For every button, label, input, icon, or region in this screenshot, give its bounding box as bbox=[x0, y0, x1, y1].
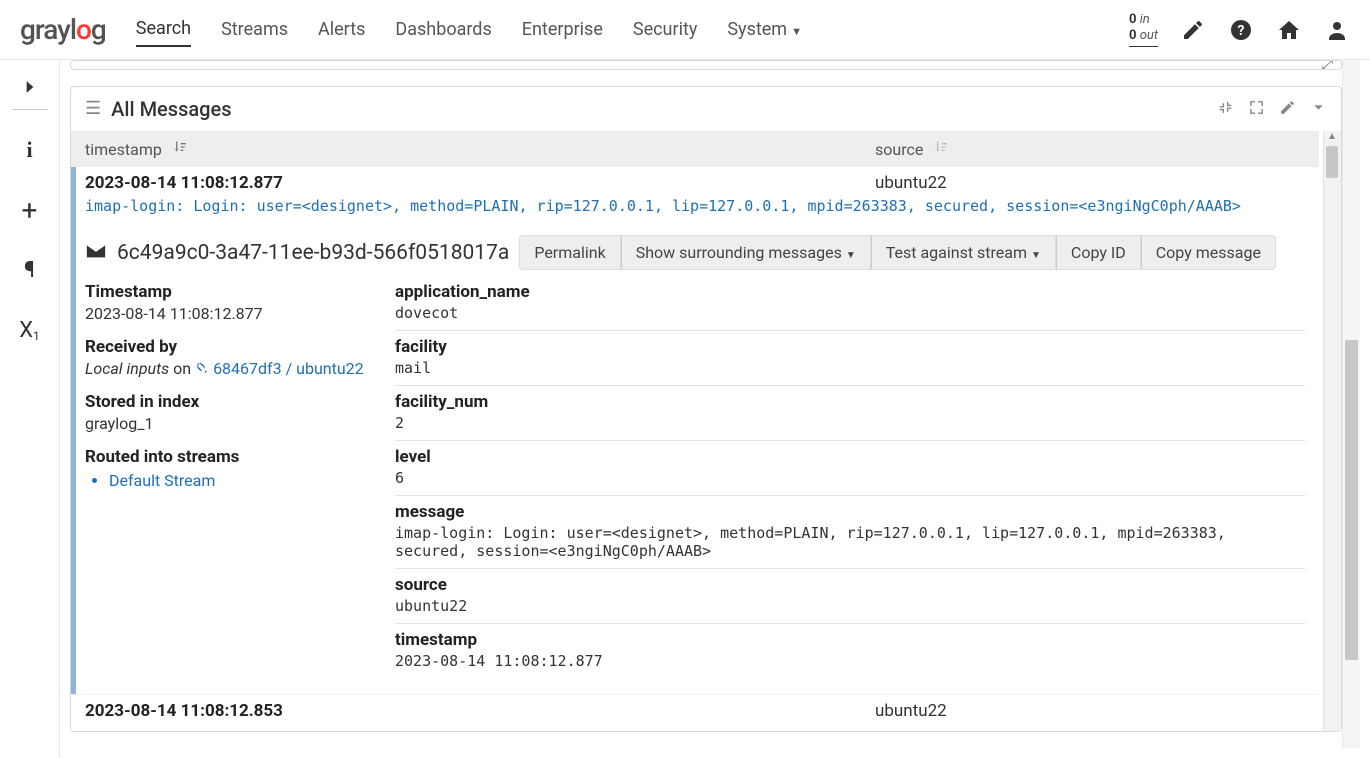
field-name[interactable]: level bbox=[395, 447, 1305, 467]
field-row: facility mail bbox=[395, 331, 1305, 386]
sort-desc-icon[interactable] bbox=[172, 139, 188, 159]
field-row: message imap-login: Login: user=<designe… bbox=[395, 496, 1305, 569]
left-rail: i + ¶ X1 bbox=[0, 60, 60, 758]
messages-panel: ☰ All Messages timestam bbox=[70, 86, 1342, 732]
row-message: imap-login: Login: user=<designet>, meth… bbox=[85, 197, 1305, 215]
field-row: level 6 bbox=[395, 441, 1305, 496]
topbar: graylog Search Streams Alerts Dashboards… bbox=[0, 0, 1370, 60]
histogram-panel-collapsed: ⤢ bbox=[70, 60, 1342, 70]
nav-dashboards[interactable]: Dashboards bbox=[395, 13, 491, 46]
field-name[interactable]: source bbox=[395, 575, 1305, 595]
stream-link[interactable]: Default Stream bbox=[109, 471, 375, 490]
paragraph-icon[interactable]: ¶ bbox=[10, 250, 50, 290]
row-source: ubuntu22 bbox=[875, 701, 947, 721]
svg-text:?: ? bbox=[1238, 23, 1245, 39]
message-detail: 6c49a9c0-3a47-11ee-b93d-566f0518017a Per… bbox=[71, 225, 1319, 694]
detail-actions: Permalink Show surrounding messages▼ Tes… bbox=[519, 235, 1276, 270]
stored-index-label: Stored in index bbox=[85, 392, 375, 412]
permalink-button[interactable]: Permalink bbox=[519, 235, 620, 270]
nav-alerts[interactable]: Alerts bbox=[318, 13, 365, 46]
field-value[interactable]: mail bbox=[395, 359, 1305, 377]
field-row: facility_num 2 bbox=[395, 386, 1305, 441]
stored-index-value: graylog_1 bbox=[85, 414, 375, 433]
field-value[interactable]: imap-login: Login: user=<designet>, meth… bbox=[395, 524, 1305, 560]
add-icon[interactable]: + bbox=[10, 190, 50, 230]
chevron-down-icon[interactable] bbox=[1310, 99, 1327, 120]
field-value[interactable]: dovecot bbox=[395, 304, 1305, 322]
expand-icon[interactable]: ⤢ bbox=[1322, 60, 1333, 70]
field-row: application_name dovecot bbox=[395, 282, 1305, 331]
message-id: 6c49a9c0-3a47-11ee-b93d-566f0518017a bbox=[117, 241, 509, 265]
field-name[interactable]: application_name bbox=[395, 282, 1305, 302]
sort-icon[interactable] bbox=[933, 139, 949, 159]
table-header: timestamp source bbox=[71, 131, 1319, 167]
home-icon[interactable] bbox=[1276, 17, 1302, 43]
content-area: ⤢ ☰ All Messages bbox=[60, 60, 1370, 758]
subscript-icon[interactable]: X1 bbox=[10, 310, 50, 350]
info-icon[interactable]: i bbox=[10, 130, 50, 170]
nav-system[interactable]: System▼ bbox=[727, 13, 802, 46]
io-throughput: 0 in 0 out bbox=[1129, 12, 1158, 46]
copy-message-button[interactable]: Copy message bbox=[1141, 235, 1276, 270]
user-icon[interactable] bbox=[1324, 17, 1350, 43]
field-value[interactable]: 6 bbox=[395, 469, 1305, 487]
panel-tools bbox=[1217, 99, 1327, 120]
scrollbar-thumb[interactable] bbox=[1326, 146, 1338, 178]
col-timestamp[interactable]: timestamp bbox=[85, 140, 162, 159]
minimize-icon[interactable] bbox=[1217, 99, 1234, 120]
message-row[interactable]: 2023-08-14 11:08:12.877 ubuntu22 imap-lo… bbox=[71, 167, 1319, 225]
row-timestamp: 2023-08-14 11:08:12.877 bbox=[85, 173, 875, 193]
timestamp-value: 2023-08-14 11:08:12.877 bbox=[85, 304, 375, 323]
timestamp-label: Timestamp bbox=[85, 282, 375, 302]
expand-rail-icon[interactable] bbox=[12, 70, 48, 110]
fields-column: application_name dovecot facility mail bbox=[395, 282, 1305, 678]
col-source[interactable]: source bbox=[875, 140, 923, 159]
envelope-icon bbox=[85, 240, 107, 266]
topbar-right: 0 in 0 out ? bbox=[1129, 12, 1350, 46]
messages-table: timestamp source bbox=[71, 131, 1341, 731]
received-by-label: Received by bbox=[85, 337, 375, 357]
main-nav: Search Streams Alerts Dashboards Enterpr… bbox=[136, 12, 802, 47]
surrounding-button[interactable]: Show surrounding messages▼ bbox=[621, 235, 871, 270]
message-list: 2023-08-14 11:08:12.877 ubuntu22 imap-lo… bbox=[71, 167, 1319, 731]
field-value[interactable]: 2 bbox=[395, 414, 1305, 432]
input-link[interactable]: 68467df3 / ubuntu22 bbox=[195, 359, 364, 378]
panel-title: All Messages bbox=[111, 97, 231, 121]
nav-security[interactable]: Security bbox=[633, 13, 697, 46]
message-row[interactable]: 2023-08-14 11:08:12.853 ubuntu22 bbox=[71, 694, 1319, 731]
field-row: source ubuntu22 bbox=[395, 569, 1305, 624]
row-source: ubuntu22 bbox=[875, 173, 947, 193]
nav-search[interactable]: Search bbox=[136, 12, 191, 47]
field-row: timestamp 2023-08-14 11:08:12.877 bbox=[395, 624, 1305, 678]
field-name[interactable]: facility_num bbox=[395, 392, 1305, 412]
received-by-value: Local inputs on 68467df3 / ubuntu22 bbox=[85, 359, 375, 378]
help-icon[interactable]: ? bbox=[1228, 17, 1254, 43]
test-stream-button[interactable]: Test against stream▼ bbox=[871, 235, 1056, 270]
page-scrollbar[interactable] bbox=[1342, 60, 1360, 748]
menu-icon[interactable]: ☰ bbox=[85, 100, 101, 118]
field-name[interactable]: timestamp bbox=[395, 630, 1305, 650]
table-scrollbar[interactable] bbox=[1323, 131, 1341, 731]
edit-icon[interactable] bbox=[1180, 17, 1206, 43]
field-name[interactable]: facility bbox=[395, 337, 1305, 357]
routed-streams-label: Routed into streams bbox=[85, 447, 375, 467]
nav-streams[interactable]: Streams bbox=[221, 13, 288, 46]
copy-id-button[interactable]: Copy ID bbox=[1056, 235, 1141, 270]
logo[interactable]: graylog bbox=[20, 13, 106, 46]
nav-enterprise[interactable]: Enterprise bbox=[522, 13, 603, 46]
panel-header: ☰ All Messages bbox=[71, 87, 1341, 131]
field-name[interactable]: message bbox=[395, 502, 1305, 522]
row-timestamp: 2023-08-14 11:08:12.853 bbox=[85, 701, 875, 721]
edit-panel-icon[interactable] bbox=[1279, 99, 1296, 120]
scrollbar-thumb[interactable] bbox=[1345, 340, 1358, 660]
meta-column: Timestamp 2023-08-14 11:08:12.877 Receiv… bbox=[85, 282, 375, 678]
field-value[interactable]: ubuntu22 bbox=[395, 597, 1305, 615]
fullscreen-icon[interactable] bbox=[1248, 99, 1265, 120]
field-value[interactable]: 2023-08-14 11:08:12.877 bbox=[395, 652, 1305, 670]
